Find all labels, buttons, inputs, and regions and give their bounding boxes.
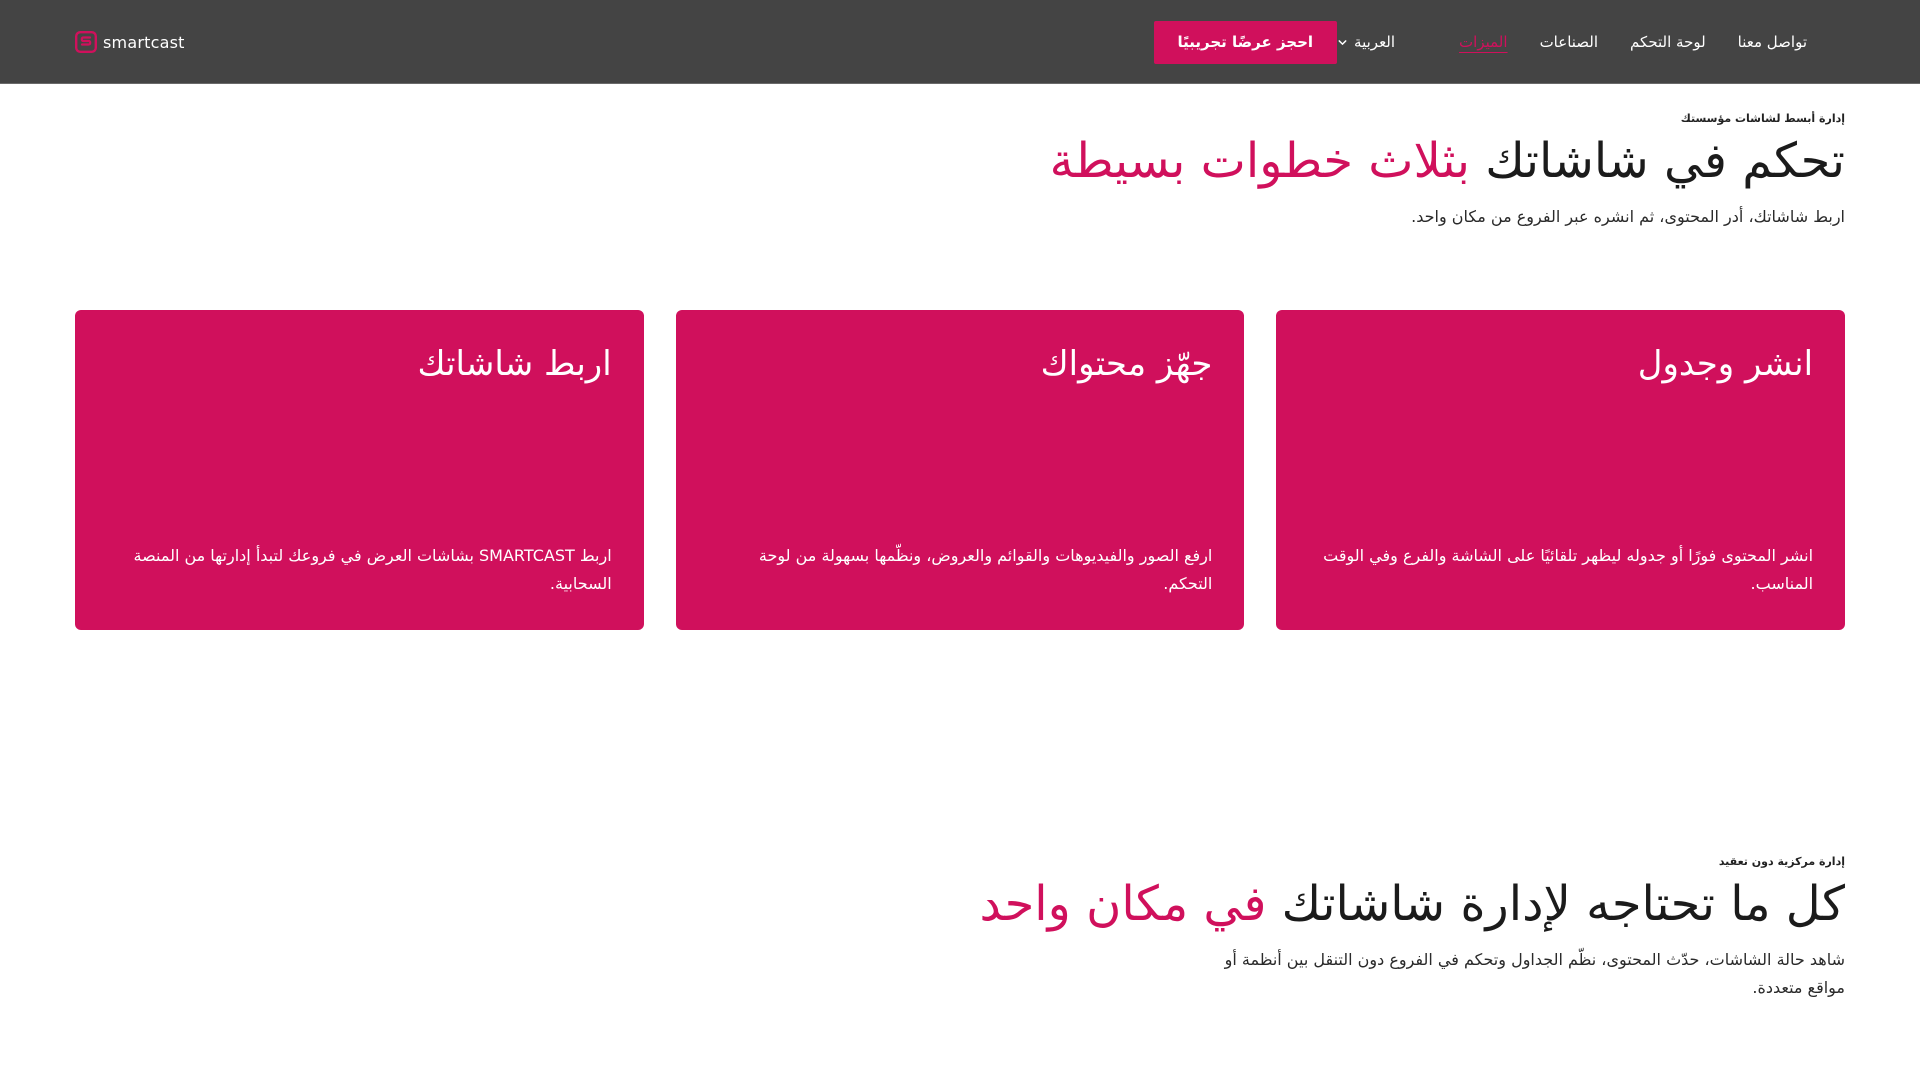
management-heading-accent: في مكان واحد [979,876,1267,932]
management-heading-plain: كل ما تحتاجه لإدارة شاشاتك [1266,876,1845,932]
top-navigation-bar: smartcast احجز عرضًا تجريبيًا العربية تو… [0,0,1920,84]
smartcast-logo-icon [75,31,97,53]
brand-name: smartcast [103,32,185,52]
step-card-description: ارفع الصور والفيديوهات والقوائم والعروض،… [758,546,1213,593]
steps-cards: اربط شاشاتك اربط SMARTCAST بشاشات العرض … [75,310,1846,630]
management-section-header: إدارة مركزية دون تعقيد كل ما تحتاجه لإدا… [979,855,1845,1002]
steps-eyebrow: إدارة أبسط لشاشات مؤسستك [1680,112,1845,125]
step-card-description: اربط SMARTCAST بشاشات العرض في فروعك لتب… [133,546,612,593]
main-nav: احجز عرضًا تجريبيًا العربية تواصل معنا ل… [1153,0,1845,84]
management-subtext: شاهد حالة الشاشات، حدّث المحتوى، نظّم ال… [979,946,1845,1002]
chevron-down-icon [1337,37,1348,48]
step-card-prepare: جهّز محتواك ارفع الصور والفيديوهات والقو… [675,310,1245,630]
language-label: العربية [1354,33,1396,51]
steps-heading-plain: تحكم في شاشاتك [1469,133,1845,189]
step-card-connect: اربط شاشاتك اربط SMARTCAST بشاشات العرض … [75,310,644,630]
book-demo-button[interactable]: احجز عرضًا تجريبيًا [1153,20,1338,64]
steps-heading: تحكم في شاشاتك بثلاث خطوات بسيطة [1050,133,1845,191]
steps-section-header: إدارة أبسط لشاشات مؤسستك تحكم في شاشاتك … [1050,112,1845,231]
language-switcher[interactable]: العربية [1337,33,1395,51]
management-subtext-line2: مواقع متعددة. [1752,977,1845,997]
management-eyebrow: إدارة مركزية دون تعقيد [1718,855,1845,868]
step-card-title: جهّز محتواك [1040,344,1213,384]
step-card-publish: انشر وجدول انشر المحتوى فورًا أو جدوله ل… [1276,310,1846,630]
nav-link-dashboard[interactable]: لوحة التحكم [1630,33,1706,51]
step-card-title: اربط شاشاتك [417,344,612,384]
steps-heading-accent: بثلاث خطوات بسيطة [1049,133,1470,189]
step-card-description: انشر المحتوى فورًا أو جدوله ليظهر تلقائي… [1323,546,1814,593]
management-subtext-line1: شاهد حالة الشاشات، حدّث المحتوى، نظّم ال… [1224,949,1845,969]
management-heading: كل ما تحتاجه لإدارة شاشاتك في مكان واحد [979,876,1845,934]
step-card-title: انشر وجدول [1637,344,1814,384]
brand-logo[interactable]: smartcast [75,29,185,55]
steps-subtext: اربط شاشاتك، أدر المحتوى، ثم انشره عبر ا… [1411,206,1845,226]
nav-link-contact[interactable]: تواصل معنا [1738,33,1807,51]
nav-link-features[interactable]: الميزات [1459,33,1508,51]
nav-links: تواصل معنا لوحة التحكم الصناعات الميزات [1427,33,1807,51]
nav-link-industries[interactable]: الصناعات [1540,33,1598,51]
